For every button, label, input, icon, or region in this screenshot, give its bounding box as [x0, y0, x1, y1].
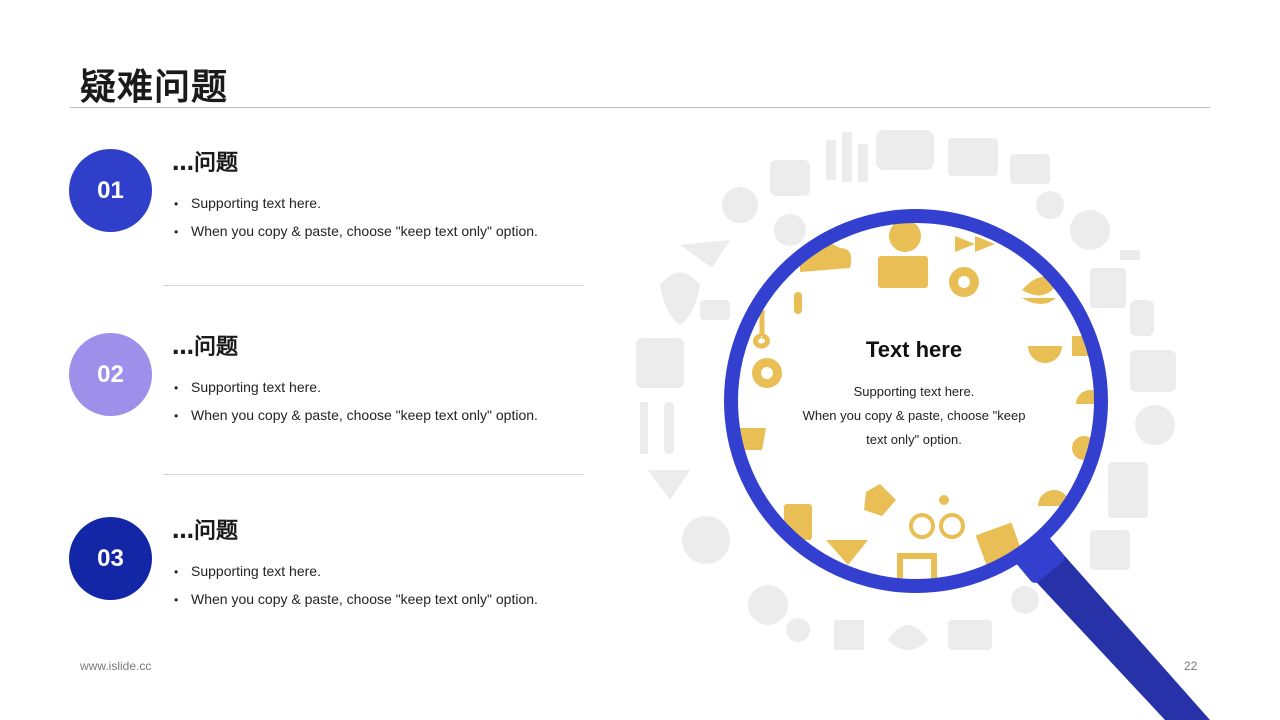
lens-text-line: text only" option.	[866, 432, 962, 447]
shirt-icon	[1090, 530, 1130, 570]
tshirt-icon	[770, 160, 810, 196]
clover-icon	[722, 187, 758, 223]
plant-icon	[888, 625, 928, 650]
tv-icon	[636, 338, 684, 388]
page-number: 22	[1184, 659, 1198, 673]
lens-text-line: When you copy & paste, choose "keep	[802, 408, 1026, 423]
spoon-icon	[664, 402, 674, 454]
snowflake-icon	[1135, 405, 1175, 445]
gear-icon	[786, 618, 810, 642]
snowflake-icon	[889, 220, 921, 252]
microphone-icon	[794, 292, 802, 314]
chart-icon	[834, 620, 864, 650]
leaf-icon	[660, 272, 700, 325]
bars-icon	[826, 140, 836, 180]
umbrella-icon	[1070, 210, 1110, 250]
cocktail-icon	[1036, 191, 1064, 219]
computer-icon	[1108, 462, 1148, 518]
magnifier-handle	[1025, 545, 1210, 720]
keyboard-icon	[948, 620, 992, 650]
airplane-icon	[680, 240, 730, 268]
fork-icon	[640, 402, 648, 454]
briefcase-icon	[948, 138, 998, 176]
sofa-icon	[1130, 350, 1176, 392]
lens-title: Text here	[865, 337, 963, 362]
ship-icon	[1010, 154, 1050, 184]
camera-icon	[878, 256, 928, 288]
footer-website: www.islide.cc	[80, 659, 152, 673]
microphone-icon	[1130, 300, 1154, 336]
car-icon	[876, 130, 934, 170]
magnifier-illustration	[636, 130, 1210, 720]
lens-text-line: Supporting text here.	[853, 384, 975, 399]
globe-icon	[682, 516, 730, 564]
speaker-icon	[1090, 268, 1126, 308]
martini-icon	[648, 470, 690, 500]
basketball-icon	[748, 585, 788, 625]
